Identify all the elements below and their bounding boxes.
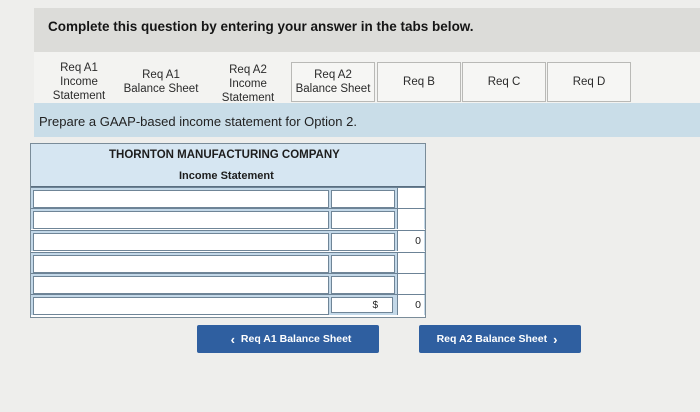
income-statement-table: THORNTON MANUFACTURING COMPANY Income St…	[30, 143, 426, 318]
statement-title: Income Statement	[179, 170, 274, 182]
tab-req-d[interactable]: Req D	[547, 62, 631, 102]
table-row: 0	[31, 230, 425, 251]
tab-req-a1-income-statement[interactable]: Req A1 Income Statement	[44, 61, 114, 103]
amount-input[interactable]	[331, 233, 395, 251]
total-cell	[397, 188, 424, 208]
total-cell: 0	[397, 231, 424, 251]
prev-button-label: Req A1 Balance Sheet	[240, 333, 352, 345]
company-name: THORNTON MANUFACTURING COMPANY	[109, 149, 340, 161]
statement-header: THORNTON MANUFACTURING COMPANY Income St…	[31, 144, 425, 187]
tab-req-c[interactable]: Req C	[462, 62, 546, 102]
amount-input[interactable]	[331, 211, 395, 229]
chevron-left-icon: ‹	[230, 331, 235, 347]
table-row	[31, 208, 425, 229]
description-input[interactable]	[33, 255, 329, 273]
total-cell: 0	[397, 295, 424, 315]
next-button-label: Req A2 Balance Sheet	[436, 333, 548, 345]
total-cell	[397, 274, 424, 294]
description-input[interactable]	[33, 190, 329, 208]
tab-req-a1-balance-sheet[interactable]: Req A1 Balance Sheet	[120, 68, 202, 96]
description-input[interactable]	[33, 211, 329, 229]
table-row: $ 0	[31, 294, 425, 315]
table-row	[31, 187, 425, 208]
prompt-text: Prepare a GAAP-based income statement fo…	[39, 114, 357, 129]
prev-button[interactable]: ‹ Req A1 Balance Sheet	[197, 325, 379, 353]
total-cell	[397, 253, 424, 273]
amount-input[interactable]	[331, 255, 395, 273]
amount-input[interactable]: $	[331, 297, 393, 313]
chevron-right-icon: ›	[553, 331, 558, 347]
description-input[interactable]	[33, 297, 329, 315]
tab-req-a2-income-statement[interactable]: Req A2 Income Statement	[212, 63, 284, 105]
description-input[interactable]	[33, 276, 329, 294]
tab-req-b[interactable]: Req B	[377, 62, 461, 102]
description-input[interactable]	[33, 233, 329, 251]
table-row	[31, 252, 425, 273]
total-cell	[397, 209, 424, 229]
table-row	[31, 273, 425, 294]
amount-input[interactable]	[331, 190, 395, 208]
amount-input[interactable]	[331, 276, 395, 294]
next-button[interactable]: Req A2 Balance Sheet ›	[419, 325, 581, 353]
instruction-text: Complete this question by entering your …	[48, 19, 474, 34]
tab-req-a2-balance-sheet[interactable]: Req A2 Balance Sheet	[291, 62, 375, 102]
